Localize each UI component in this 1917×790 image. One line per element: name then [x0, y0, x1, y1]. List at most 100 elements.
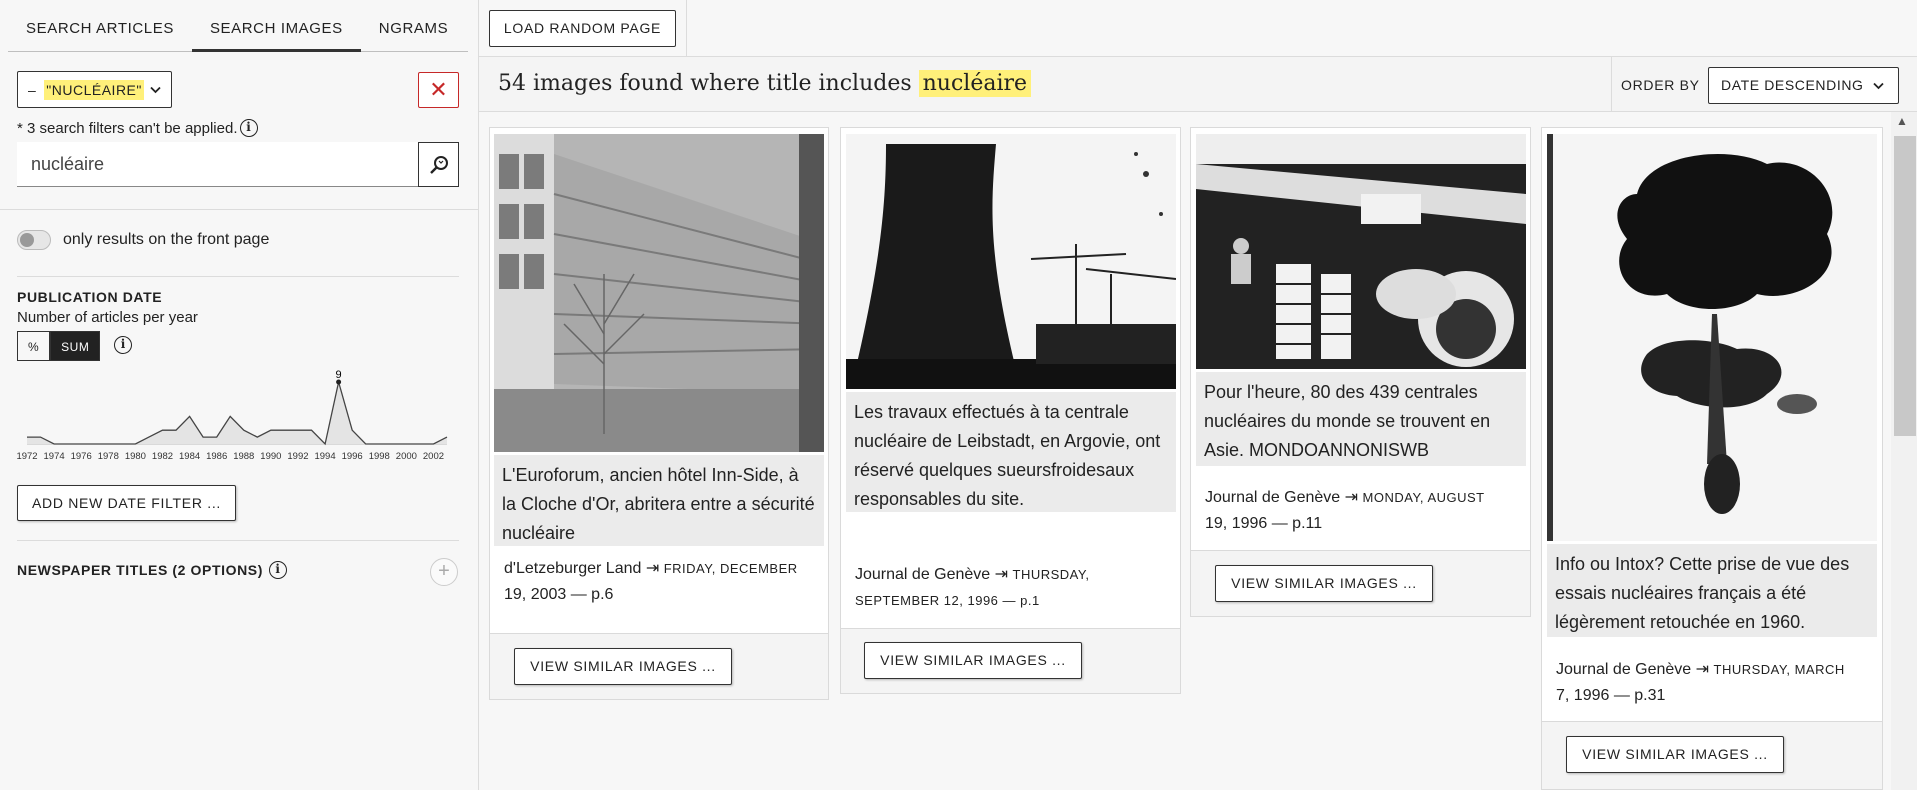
newspaper-name[interactable]: Journal de Genève: [1556, 661, 1691, 678]
publication-date-title: PUBLICATION DATE: [17, 289, 163, 305]
plus-icon: +: [438, 560, 450, 582]
chart-mode-toggle: % SUM: [17, 331, 101, 361]
info-icon[interactable]: i: [114, 336, 132, 354]
search-box: [17, 142, 459, 187]
newspaper-name[interactable]: Journal de Genève: [855, 566, 990, 583]
chart-tick-label: 1998: [369, 451, 390, 462]
open-newspaper-icon[interactable]: ⇥: [646, 560, 659, 577]
divider: [1611, 57, 1612, 112]
filter-term: "NUCLÉAIRE": [44, 79, 144, 100]
filters-note: * 3 search filters can't be applied. i: [17, 119, 258, 137]
newspaper-name[interactable]: d'Letzeburger Land: [504, 560, 641, 577]
chart-tick-label: 1996: [342, 451, 363, 462]
open-newspaper-icon[interactable]: ⇥: [995, 566, 1008, 583]
chevron-down-icon: [150, 82, 161, 97]
open-newspaper-icon[interactable]: ⇥: [1345, 489, 1358, 506]
results-summary: 54 images found where title includes nuc…: [498, 70, 1032, 97]
result-image[interactable]: [1547, 134, 1877, 541]
publication-date-chart[interactable]: 9 1972 1974 1976 1978 1980 1982 1984 1986 1988 199…: [17, 362, 457, 462]
view-similar-images-button[interactable]: VIEW SIMILAR IMAGES ...: [1566, 736, 1784, 773]
open-newspaper-icon[interactable]: ⇥: [1696, 661, 1709, 678]
add-newspaper-filter-button[interactable]: +: [430, 558, 458, 586]
newspaper-titles-label: NEWSPAPER TITLES (2 OPTIONS): [17, 562, 264, 578]
image-meta: d'Letzeburger Land ⇥ FRIDAY, DECEMBER 19…: [504, 556, 824, 608]
divider: [17, 540, 459, 541]
publication-date: THURSDAY, MARCH: [1713, 662, 1845, 677]
tab-ngrams[interactable]: NGRAMS: [361, 0, 466, 52]
front-page-filter: only results on the front page: [17, 230, 269, 250]
result-image[interactable]: [494, 134, 824, 452]
image-caption: Info ou Intox? Cette prise de vue des es…: [1547, 544, 1877, 637]
scroll-up-icon[interactable]: ▲: [1896, 114, 1908, 128]
mode-percent-button[interactable]: %: [17, 331, 51, 361]
image-caption: Les travaux effectués à ta centrale nucl…: [846, 392, 1176, 512]
publication-date-page: 19, 1996 — p.11: [1205, 515, 1323, 532]
chart-tick-label: 2002: [423, 451, 444, 462]
order-by-dropdown[interactable]: DATE DESCENDING: [1708, 67, 1899, 104]
search-button[interactable]: [418, 142, 459, 187]
chart-tick-label: 1986: [206, 451, 227, 462]
publication-date-page: 7, 1996 — p.31: [1556, 687, 1666, 704]
clear-filters-button[interactable]: ✕: [418, 72, 459, 108]
chart-tick-label: 1988: [233, 451, 254, 462]
image-meta: Journal de Genève ⇥ MONDAY, AUGUST 19, 1…: [1205, 485, 1525, 537]
image-meta: Journal de Genève ⇥ THURSDAY, MARCH 7, 1…: [1556, 657, 1876, 709]
add-date-filter-button[interactable]: ADD NEW DATE FILTER ...: [17, 485, 236, 521]
chart-tick-label: 1976: [71, 451, 92, 462]
publication-date-page: SEPTEMBER 12, 1996 — p.1: [855, 593, 1040, 608]
search-icon: [429, 155, 448, 174]
chart-tick-label: 1984: [179, 451, 200, 462]
divider: [686, 0, 687, 57]
chart-tick-label: 1972: [17, 451, 38, 462]
divider: [17, 276, 459, 277]
order-by-label: ORDER BY: [1621, 77, 1700, 93]
chart-tick-label: 1980: [125, 451, 146, 462]
image-card: L'Euroforum, ancien hôtel Inn-Side, à la…: [489, 127, 829, 700]
top-bar: [479, 0, 1917, 57]
front-page-toggle-label: only results on the front page: [63, 231, 270, 248]
front-page-toggle[interactable]: [17, 230, 51, 250]
divider: [0, 209, 479, 210]
mode-sum-button[interactable]: SUM: [50, 331, 101, 361]
newspaper-name[interactable]: Journal de Genève: [1205, 489, 1340, 506]
result-image[interactable]: [846, 134, 1176, 389]
search-filter-pill[interactable]: – "NUCLÉAIRE": [17, 71, 172, 108]
view-similar-images-button[interactable]: VIEW SIMILAR IMAGES ...: [864, 642, 1082, 679]
load-random-page-button[interactable]: LOAD RANDOM PAGE: [489, 10, 676, 47]
image-meta: Journal de Genève ⇥ THURSDAY, SEPTEMBER …: [855, 562, 1175, 614]
info-icon[interactable]: i: [239, 119, 258, 137]
tab-search-images[interactable]: SEARCH IMAGES: [191, 0, 361, 52]
view-similar-images-button[interactable]: VIEW SIMILAR IMAGES ...: [514, 648, 732, 685]
results-summary-text: 54 images found where title includes: [498, 71, 912, 96]
order-by-value: DATE DESCENDING: [1721, 77, 1864, 93]
publication-date-page: 19, 2003 — p.6: [504, 586, 614, 603]
chart-peak-label: 9: [336, 369, 342, 381]
publication-date: THURSDAY,: [1012, 567, 1090, 582]
scrollbar-thumb[interactable]: [1894, 136, 1916, 436]
info-icon[interactable]: i: [269, 561, 288, 579]
chart-tick-label: 1982: [152, 451, 173, 462]
app: SEARCH ARTICLES SEARCH IMAGES NGRAMS – "…: [0, 0, 1917, 790]
image-card: Info ou Intox? Cette prise de vue des es…: [1541, 127, 1883, 790]
image-caption: L'Euroforum, ancien hôtel Inn-Side, à la…: [494, 455, 824, 546]
result-image[interactable]: [1196, 134, 1526, 369]
chart-tick-label: 1992: [287, 451, 308, 462]
publication-date: FRIDAY, DECEMBER: [663, 561, 798, 576]
tab-search-articles[interactable]: SEARCH ARTICLES: [8, 0, 192, 52]
sidebar: SEARCH ARTICLES SEARCH IMAGES NGRAMS – "…: [0, 0, 479, 790]
newspaper-titles-header: NEWSPAPER TITLES (2 OPTIONS) i: [17, 561, 288, 579]
filters-note-text: * 3 search filters can't be applied.: [17, 119, 238, 137]
results-search-term: nucléaire: [918, 70, 1032, 97]
search-input[interactable]: [17, 142, 418, 187]
chart-tick-label: 1990: [260, 451, 281, 462]
chart-area: [27, 382, 447, 444]
chart-tick-label: 1978: [98, 451, 119, 462]
chart-tick-label: 1974: [44, 451, 65, 462]
close-icon: ✕: [429, 77, 448, 102]
filter-exclude-toggle[interactable]: –: [28, 82, 36, 98]
search-tabs: SEARCH ARTICLES SEARCH IMAGES NGRAMS: [8, 0, 468, 52]
chevron-down-icon: [1873, 68, 1884, 103]
publication-date: MONDAY, AUGUST: [1362, 490, 1485, 505]
view-similar-images-button[interactable]: VIEW SIMILAR IMAGES ...: [1215, 565, 1433, 602]
image-caption: Pour l'heure, 80 des 439 centrales nuclé…: [1196, 372, 1526, 466]
